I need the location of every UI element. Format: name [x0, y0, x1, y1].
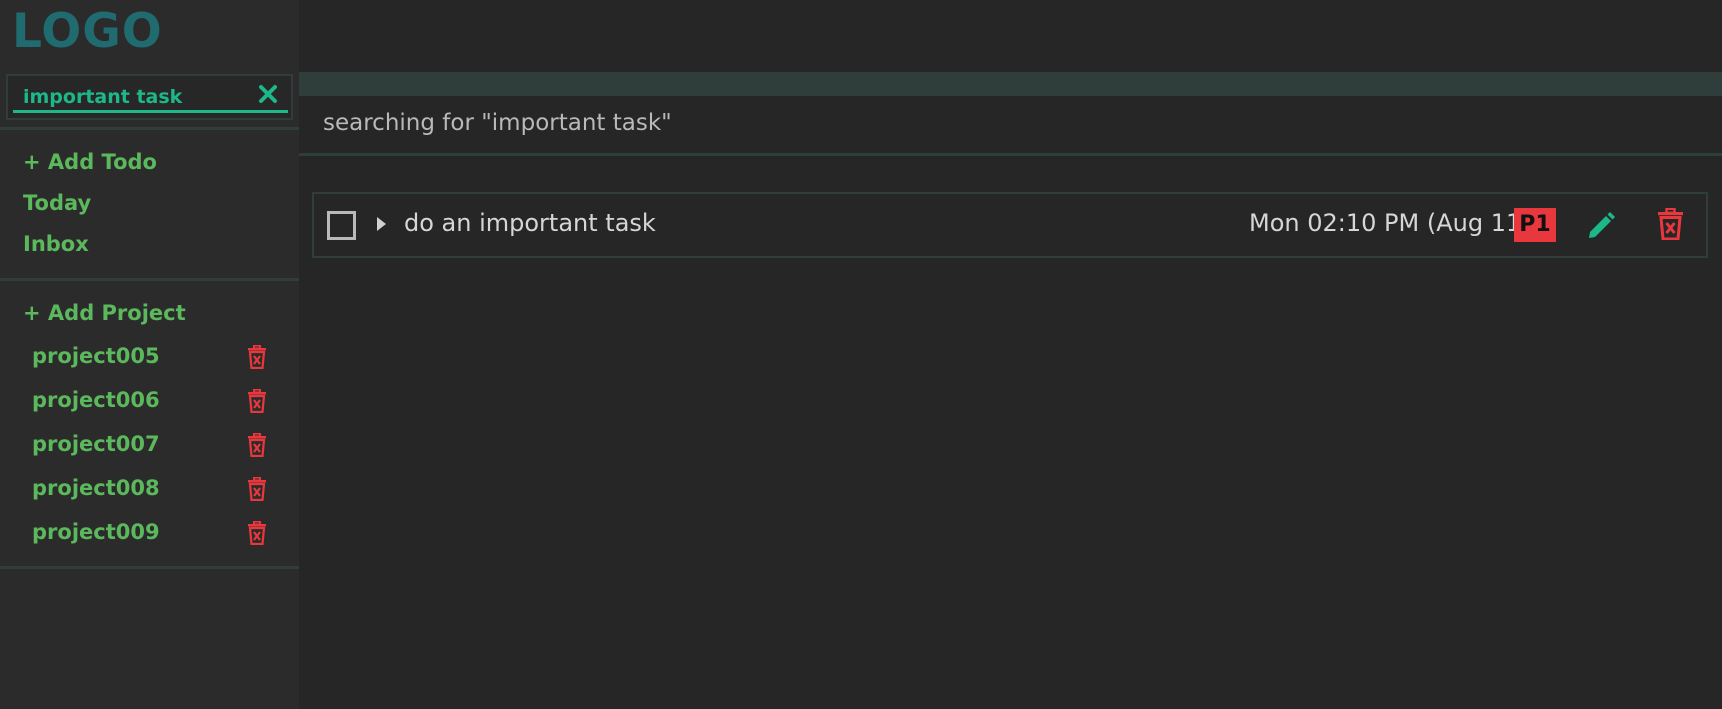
todo-title: do an important task — [404, 209, 656, 237]
trash-icon[interactable] — [247, 345, 267, 369]
sidebar: LOGO + Add Todo Today Inbox + Add Projec… — [0, 0, 299, 709]
heading-divider — [299, 153, 1722, 156]
sidebar-item-project[interactable]: project009 — [32, 518, 272, 550]
search-box — [6, 74, 293, 120]
trash-icon[interactable] — [247, 521, 267, 545]
sidebar-divider — [0, 278, 299, 281]
sidebar-item-project[interactable]: project008 — [32, 474, 272, 506]
project-label: project007 — [32, 432, 160, 456]
expand-caret-icon[interactable] — [377, 217, 386, 231]
trash-icon[interactable] — [247, 389, 267, 413]
close-icon[interactable] — [257, 83, 279, 105]
add-project-button[interactable]: + Add Project — [23, 301, 186, 325]
pencil-icon[interactable] — [1586, 210, 1616, 240]
main-content: searching for "important task" do an imp… — [299, 0, 1722, 709]
sidebar-item-project[interactable]: project005 — [32, 342, 272, 374]
project-label: project006 — [32, 388, 160, 412]
add-todo-button[interactable]: + Add Todo — [23, 150, 157, 174]
logo: LOGO — [12, 4, 163, 59]
todo-checkbox[interactable] — [327, 211, 356, 240]
trash-icon[interactable] — [247, 433, 267, 457]
todo-due-date: Mon 02:10 PM (Aug 11) — [1249, 209, 1531, 237]
top-bar — [299, 72, 1722, 96]
search-input[interactable] — [13, 81, 288, 113]
search-results-heading: searching for "important task" — [323, 110, 672, 136]
trash-icon[interactable] — [1657, 208, 1684, 240]
sidebar-item-inbox[interactable]: Inbox — [23, 232, 89, 256]
sidebar-item-project[interactable]: project007 — [32, 430, 272, 462]
project-label: project008 — [32, 476, 160, 500]
project-label: project009 — [32, 520, 160, 544]
sidebar-item-today[interactable]: Today — [23, 191, 91, 215]
sidebar-divider — [0, 127, 299, 130]
trash-icon[interactable] — [247, 477, 267, 501]
todo-item[interactable]: do an important task Mon 02:10 PM (Aug 1… — [312, 192, 1708, 258]
sidebar-divider — [0, 566, 299, 569]
project-label: project005 — [32, 344, 160, 368]
sidebar-item-project[interactable]: project006 — [32, 386, 272, 418]
priority-badge[interactable]: P1 — [1514, 208, 1556, 242]
